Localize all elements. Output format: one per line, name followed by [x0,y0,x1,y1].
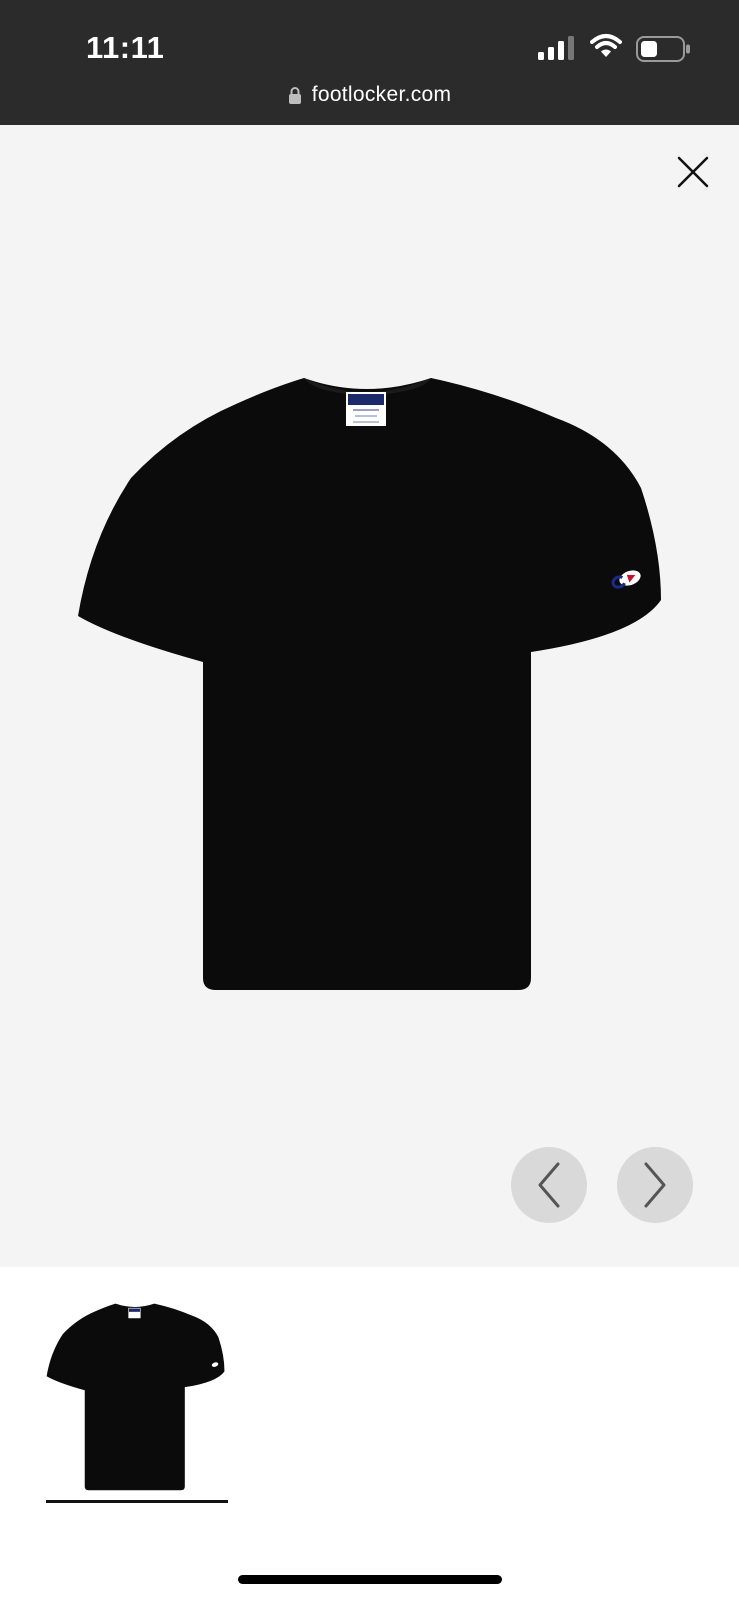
address-bar[interactable]: footlocker.com [0,80,739,110]
close-icon [677,156,709,188]
url-text: footlocker.com [311,83,452,106]
status-bar: 11:11 footlocker.com [0,0,739,125]
next-image-button[interactable] [617,1147,693,1223]
wifi-icon [590,34,622,57]
selected-thumbnail-indicator [46,1500,228,1503]
clock-time: 11:11 [86,30,165,65]
previous-image-button[interactable] [511,1147,587,1223]
chevron-left-icon [538,1162,560,1208]
battery-icon [636,36,690,62]
close-button[interactable] [671,150,715,194]
lock-icon [288,87,301,104]
thumbnail-item[interactable] [46,1300,226,1500]
tshirt-shape [78,378,661,990]
home-indicator[interactable] [238,1575,502,1584]
product-image [78,378,661,990]
signal-icon [538,36,574,60]
chevron-right-icon [644,1162,666,1208]
thumbnail-image [46,1303,225,1491]
